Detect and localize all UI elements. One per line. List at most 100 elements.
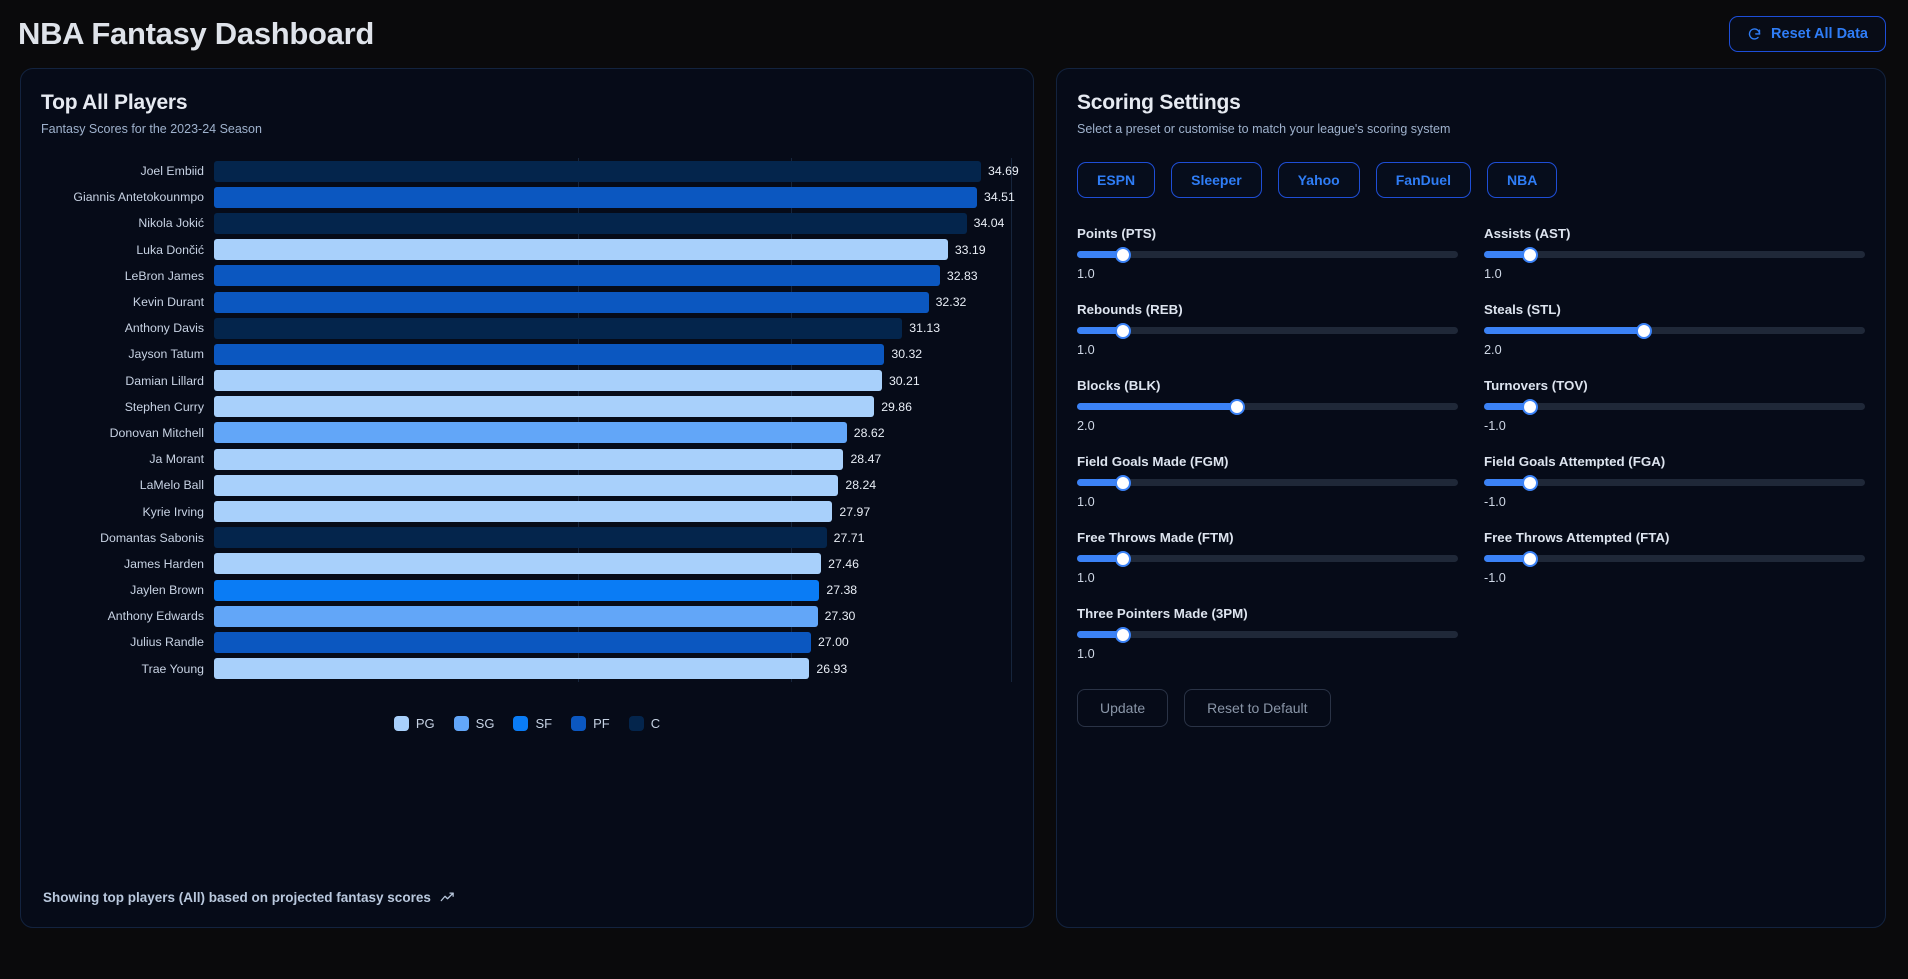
slider-block: Field Goals Made (FGM) 1.0 (1077, 454, 1458, 509)
slider-track[interactable] (1077, 246, 1458, 263)
slider-thumb[interactable] (1636, 322, 1653, 339)
slider-track[interactable] (1077, 398, 1458, 415)
reset-to-default-button[interactable]: Reset to Default (1184, 689, 1331, 727)
legend-swatch-icon (393, 715, 409, 731)
slider-value: 2.0 (1077, 419, 1095, 433)
slider-track[interactable] (1484, 550, 1865, 567)
settings-subtitle: Select a preset or customise to match yo… (1077, 122, 1451, 136)
slider-thumb[interactable] (1521, 398, 1538, 415)
slider-thumb[interactable] (1229, 398, 1246, 415)
chart-row[interactable]: Stephen Curry 29.86 (21, 394, 1011, 420)
slider-label: Three Pointers Made (3PM) (1077, 606, 1248, 621)
player-score-bar[interactable] (214, 370, 882, 392)
player-name-label: Trae Young (141, 661, 204, 676)
player-name-label: Damian Lillard (125, 373, 204, 388)
chart-row[interactable]: Kevin Durant 32.32 (21, 289, 1011, 315)
preset-button-sleeper[interactable]: Sleeper (1171, 162, 1262, 198)
slider-thumb[interactable] (1114, 474, 1131, 491)
legend-item[interactable]: SG (453, 715, 494, 731)
chart-row[interactable]: Ja Morant 28.47 (21, 446, 1011, 472)
chart-row[interactable]: Joel Embiid 34.69 (21, 158, 1019, 184)
player-score-value: 28.24 (845, 478, 877, 493)
bar-area: 27.00 (214, 631, 1011, 653)
chart-row[interactable]: LeBron James 32.83 (21, 263, 1011, 289)
chart-row[interactable]: Trae Young 26.93 (21, 656, 1011, 682)
player-score-bar[interactable] (214, 160, 981, 182)
player-score-bar[interactable] (214, 396, 875, 418)
update-button[interactable]: Update (1077, 689, 1169, 727)
preset-button-espn[interactable]: ESPN (1077, 162, 1156, 198)
preset-button-nba[interactable]: NBA (1486, 162, 1558, 198)
slider-track[interactable] (1077, 626, 1458, 643)
player-score-bar[interactable] (214, 448, 844, 470)
player-score-bar[interactable] (214, 501, 833, 523)
slider-label: Assists (AST) (1484, 226, 1571, 241)
preset-button-yahoo[interactable]: Yahoo (1277, 162, 1360, 198)
chart-row[interactable]: Jaylen Brown 27.38 (21, 577, 1011, 603)
chart-row[interactable]: Damian Lillard 30.21 (21, 368, 1011, 394)
chart-row[interactable]: Anthony Davis 31.13 (21, 315, 1011, 341)
chart-row[interactable]: Domantas Sabonis 27.71 (21, 525, 1011, 551)
player-score-value: 26.93 (816, 661, 848, 676)
player-score-bar[interactable] (214, 265, 940, 287)
chart-row[interactable]: Jayson Tatum 30.32 (21, 341, 1011, 367)
player-score-bar[interactable] (214, 553, 822, 575)
player-score-bar[interactable] (214, 317, 903, 339)
player-score-bar[interactable] (214, 212, 967, 234)
chart-row[interactable]: Nikola Jokić 34.04 (21, 210, 1011, 236)
slider-thumb[interactable] (1114, 322, 1131, 339)
slider-track[interactable] (1077, 474, 1458, 491)
chart-row[interactable]: Anthony Edwards 27.30 (21, 603, 1011, 629)
slider-value: 2.0 (1484, 343, 1502, 357)
slider-track[interactable] (1484, 322, 1865, 339)
chart-row[interactable]: LaMelo Ball 28.24 (21, 472, 1011, 498)
bar-area: 34.69 (214, 160, 1019, 182)
player-score-bar[interactable] (214, 422, 847, 444)
slider-track[interactable] (1484, 246, 1865, 263)
player-score-bar[interactable] (214, 658, 810, 680)
player-score-bar[interactable] (214, 605, 818, 627)
slider-block: Free Throws Attempted (FTA) -1.0 (1484, 530, 1865, 585)
slider-thumb[interactable] (1114, 626, 1131, 643)
chart-footer-note: Showing top players (All) based on proje… (43, 890, 455, 905)
legend-item[interactable]: PG (393, 715, 435, 731)
chart-row[interactable]: James Harden 27.46 (21, 551, 1011, 577)
chart-row[interactable]: Luka Dončić 33.19 (21, 237, 1011, 263)
chart-gridline (1011, 158, 1012, 682)
player-score-bar[interactable] (214, 343, 885, 365)
chart-row[interactable]: Donovan Mitchell 28.62 (21, 420, 1011, 446)
preset-button-fanduel[interactable]: FanDuel (1375, 162, 1471, 198)
player-name-label: Joel Embiid (140, 164, 204, 179)
chart-row[interactable]: Kyrie Irving 27.97 (21, 498, 1011, 524)
slider-track[interactable] (1484, 398, 1865, 415)
slider-fill (1077, 403, 1238, 410)
legend-label: PG (415, 715, 435, 731)
legend-item[interactable]: SF (513, 715, 552, 731)
chart-row[interactable]: Julius Randle 27.00 (21, 629, 1011, 655)
slider-thumb[interactable] (1521, 246, 1538, 263)
slider-block: Three Pointers Made (3PM) 1.0 (1077, 606, 1458, 661)
legend-item[interactable]: PF (571, 715, 610, 731)
player-score-bar[interactable] (214, 239, 948, 261)
player-score-bar[interactable] (214, 186, 978, 208)
player-score-bar[interactable] (214, 579, 820, 601)
slider-label: Field Goals Attempted (FGA) (1484, 454, 1666, 469)
slider-track[interactable] (1077, 550, 1458, 567)
player-score-bar[interactable] (214, 527, 827, 549)
reset-all-data-button[interactable]: Reset All Data (1729, 16, 1886, 52)
slider-thumb[interactable] (1521, 550, 1538, 567)
player-score-bar[interactable] (214, 474, 839, 496)
slider-track[interactable] (1077, 322, 1458, 339)
slider-value: -1.0 (1484, 571, 1506, 585)
scoring-settings-panel: Scoring Settings Select a preset or cust… (1056, 68, 1886, 928)
player-score-bar[interactable] (214, 631, 811, 653)
player-score-bar[interactable] (214, 291, 929, 313)
chart-row[interactable]: Giannis Antetokounmpo 34.51 (21, 184, 1015, 210)
slider-value: 1.0 (1077, 571, 1095, 585)
slider-thumb[interactable] (1114, 246, 1131, 263)
slider-track[interactable] (1484, 474, 1865, 491)
slider-label: Turnovers (TOV) (1484, 378, 1588, 393)
slider-thumb[interactable] (1521, 474, 1538, 491)
legend-item[interactable]: C (628, 715, 660, 731)
slider-thumb[interactable] (1114, 550, 1131, 567)
